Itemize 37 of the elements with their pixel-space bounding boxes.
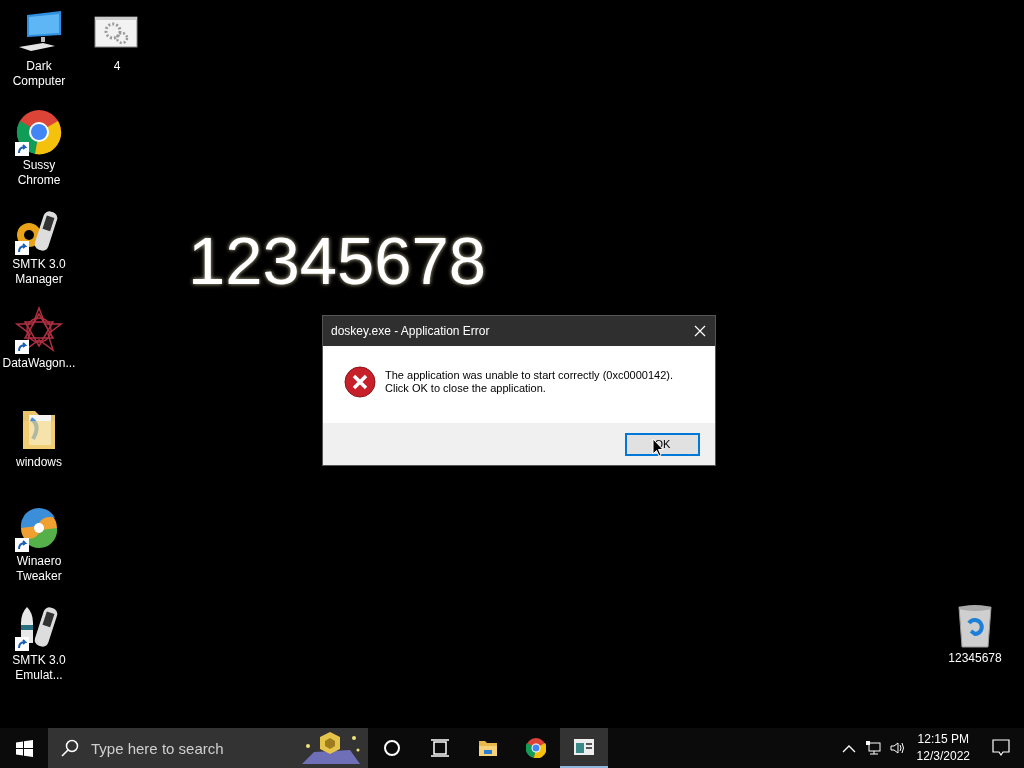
- chrome-icon[interactable]: [15, 108, 63, 156]
- search-icon: [61, 739, 79, 757]
- icon-label[interactable]: 4: [113, 59, 121, 74]
- chrome-icon: [526, 738, 546, 758]
- shortcut-arrow-icon: [15, 241, 29, 255]
- app-window-icon: [574, 737, 594, 757]
- search-box[interactable]: Type here to search: [48, 728, 368, 768]
- volume-icon: [888, 740, 905, 756]
- windows-logo-icon: [15, 739, 33, 757]
- icon-label[interactable]: 12345678: [948, 651, 1002, 666]
- icon-label[interactable]: SMTK 3.0 Emulat...: [1, 653, 77, 683]
- icon-label[interactable]: Sussy Chrome: [1, 158, 77, 188]
- error-icon: [344, 365, 376, 398]
- notification-icon: [992, 739, 1010, 757]
- shortcut-arrow-icon: [15, 142, 29, 156]
- task-view-icon: [430, 738, 450, 758]
- clock-button[interactable]: 12:15 PM 12/3/2022: [908, 731, 978, 765]
- clock-time: 12:15 PM: [917, 731, 969, 748]
- taskbar-app[interactable]: [560, 728, 608, 768]
- folder-icon: [478, 738, 498, 758]
- icon-label[interactable]: DataWagon...: [2, 356, 76, 371]
- close-icon: [694, 325, 706, 337]
- network-icon: [864, 740, 881, 756]
- shortcut-arrow-icon: [15, 538, 29, 552]
- clock-date: 12/3/2022: [916, 748, 970, 765]
- icon-label[interactable]: SMTK 3.0 Manager: [1, 257, 77, 287]
- window-title: doskey.exe - Application Error: [331, 324, 490, 338]
- star-drawing[interactable]: [15, 306, 63, 354]
- cortana-icon: [382, 738, 402, 758]
- shortcut-arrow-icon: [15, 340, 29, 354]
- search-field[interactable]: Type here to search: [89, 738, 283, 758]
- shortcut-arrow-icon: [15, 637, 29, 651]
- icon-label[interactable]: Winaero Tweaker: [1, 554, 77, 584]
- overlay-number: 12345678: [188, 222, 487, 299]
- error-message: The application was unable to start correctly (0xc0000142). Click OK to close the application.: [385, 368, 673, 395]
- icon-label[interactable]: windows: [16, 455, 62, 470]
- icon-label[interactable]: Dark Computer: [1, 59, 77, 89]
